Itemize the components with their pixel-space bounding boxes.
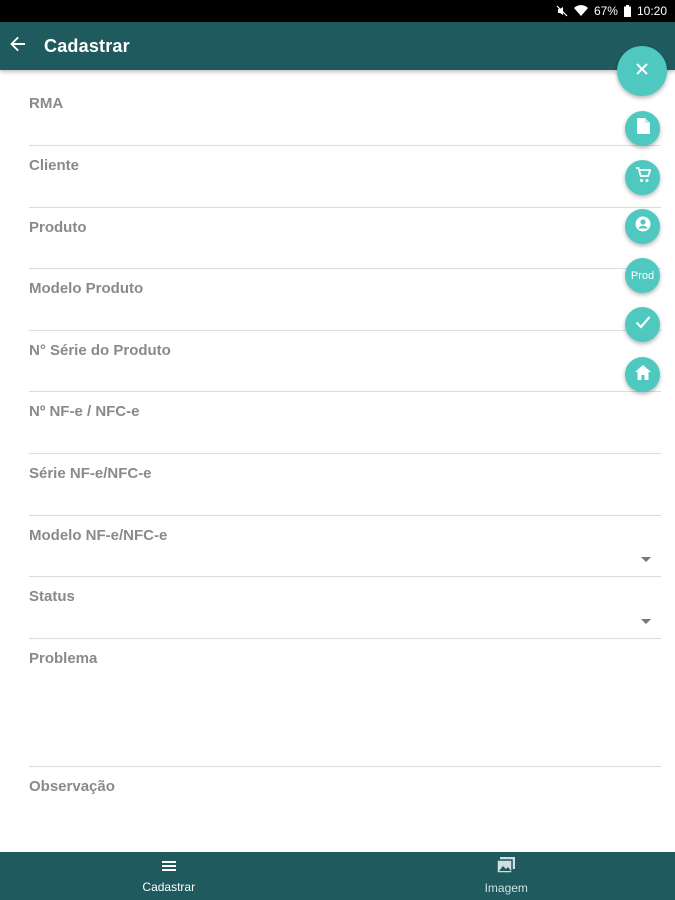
bottom-nav: Cadastrar Imagem — [0, 852, 675, 900]
cliente-label: Cliente — [29, 157, 80, 174]
dropdown-arrow-icon — [641, 557, 651, 562]
produto-field[interactable]: Produto — [29, 208, 661, 269]
dropdown-arrow-icon — [641, 619, 651, 624]
battery-icon — [623, 5, 631, 17]
nf-numero-field[interactable]: Nº NF-e / NFC-e — [29, 392, 661, 454]
nav-imagem-label: Imagem — [484, 881, 528, 895]
document-fab-button[interactable] — [625, 111, 660, 146]
nf-modelo-label: Modelo NF-e/NFC-e — [29, 527, 168, 544]
modelo-produto-label: Modelo Produto — [29, 280, 144, 297]
prod-fab-button[interactable]: Prod — [625, 258, 660, 293]
close-fab-button[interactable] — [617, 46, 667, 96]
serie-produto-field[interactable]: N° Série do Produto — [29, 331, 661, 392]
cart-fab-button[interactable] — [625, 160, 660, 195]
arrow-left-icon — [9, 35, 27, 58]
nav-cadastrar[interactable]: Cadastrar — [0, 852, 338, 900]
close-icon — [635, 62, 649, 81]
home-fab-button[interactable] — [625, 357, 660, 392]
nav-imagem[interactable]: Imagem — [338, 852, 675, 900]
status-label: Status — [29, 588, 75, 605]
status-dropdown[interactable]: Status — [29, 577, 661, 639]
rma-field[interactable]: RMA — [29, 84, 661, 146]
prod-label: Prod — [630, 269, 655, 282]
account-icon — [635, 216, 651, 237]
cart-icon — [635, 167, 651, 188]
back-button[interactable] — [0, 22, 36, 70]
observacao-label: Observação — [29, 778, 115, 795]
page-title: Cadastrar — [44, 35, 130, 56]
document-icon — [636, 118, 650, 139]
modelo-produto-field[interactable]: Modelo Produto — [29, 269, 661, 331]
app-bar: Cadastrar — [0, 22, 675, 70]
problema-field[interactable]: Problema — [29, 639, 661, 767]
image-icon — [496, 857, 516, 878]
wifi-icon — [573, 5, 588, 17]
list-icon — [161, 859, 176, 877]
serie-produto-label: N° Série do Produto — [29, 342, 171, 359]
check-fab-button[interactable] — [625, 307, 660, 342]
account-fab-button[interactable] — [625, 209, 660, 244]
observacao-field[interactable]: Observação — [29, 767, 661, 851]
home-icon — [634, 364, 651, 385]
nf-numero-label: Nº NF-e / NFC-e — [29, 403, 140, 420]
check-icon — [635, 315, 651, 334]
produto-label: Produto — [29, 219, 87, 236]
nav-cadastrar-label: Cadastrar — [142, 879, 196, 894]
rma-label: RMA — [29, 95, 64, 112]
status-bar: 67% 10:20 — [0, 0, 675, 22]
clock: 10:20 — [636, 4, 667, 18]
cliente-field[interactable]: Cliente — [29, 146, 661, 208]
battery-percent: 67% — [593, 4, 618, 18]
mute-icon — [556, 5, 568, 17]
nf-serie-label: Série NF-e/NFC-e — [29, 465, 152, 482]
problema-label: Problema — [29, 650, 98, 667]
nf-serie-field[interactable]: Série NF-e/NFC-e — [29, 454, 661, 516]
nf-modelo-dropdown[interactable]: Modelo NF-e/NFC-e — [29, 516, 661, 577]
